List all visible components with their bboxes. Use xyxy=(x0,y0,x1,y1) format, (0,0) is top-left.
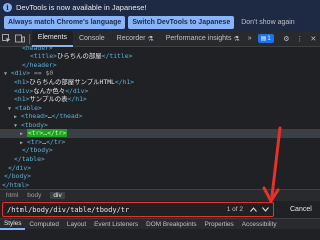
collapse-triangle-icon[interactable]: ▼ xyxy=(8,106,11,112)
tab-layout[interactable]: Layout xyxy=(63,219,90,230)
more-tabs-icon[interactable]: » xyxy=(248,35,252,42)
language-notice: i DevTools is now available in Japanese! xyxy=(0,0,320,14)
flask-icon: ⚗ xyxy=(233,35,240,43)
issues-badge[interactable]: ▤ 1 xyxy=(257,34,274,43)
tree-row-h1[interactable]: <h1>ひらちんの部屋サンプルHTML</h1> xyxy=(14,78,134,87)
issues-icon: ▤ xyxy=(260,36,267,42)
dom-tree[interactable]: <header> <title>ひらちんの部屋</title> </header… xyxy=(0,44,320,189)
switch-language-button[interactable]: Switch DevTools to Japanese xyxy=(128,16,235,29)
search-query: /html/body/div/table/tbody/tr xyxy=(7,205,130,214)
match-count: 1 of 2 xyxy=(226,206,243,213)
breadcrumb: html body div xyxy=(0,189,320,201)
match-language-button[interactable]: Always match Chrome's language xyxy=(4,16,126,29)
tree-row-body-close[interactable]: </body> xyxy=(4,172,31,181)
tab-computed[interactable]: Computed xyxy=(25,219,63,230)
close-icon[interactable]: ✕ xyxy=(307,31,320,47)
settings-gear-icon[interactable]: ⚙ xyxy=(280,31,293,47)
notice-text: DevTools is now available in Japanese! xyxy=(16,2,147,12)
search-row: /html/body/div/table/tbody/tr 1 of 2 Can… xyxy=(0,201,320,218)
expand-triangle-icon[interactable]: ▶ xyxy=(20,131,23,137)
tree-row-tbody-close[interactable]: </tbody> xyxy=(22,146,53,155)
tree-row-div-open[interactable]: ▼ <div> == $0 xyxy=(4,69,53,78)
sidebar-panel-tabs: Styles Computed Layout Event Listeners D… xyxy=(0,218,320,230)
tree-row-thead[interactable]: ▶ <thead>…</thead> xyxy=(14,112,82,121)
tab-performance-label: Performance insights xyxy=(165,35,232,42)
search-match-highlight: <tr>…</tr> xyxy=(26,129,68,137)
tree-row-tr-match[interactable]: ▶ <tr>…</tr> xyxy=(20,129,68,138)
collapse-triangle-icon[interactable]: ▼ xyxy=(4,71,7,77)
toolbar-divider xyxy=(28,33,30,44)
dont-show-again-link[interactable]: Don't show again xyxy=(237,19,298,26)
tab-properties[interactable]: Properties xyxy=(201,219,238,230)
expand-triangle-icon[interactable]: ▶ xyxy=(14,114,17,120)
breadcrumb-body[interactable]: body xyxy=(27,192,41,199)
language-bar: Always match Chrome's language Switch De… xyxy=(0,14,320,31)
tab-event-listeners[interactable]: Event Listeners xyxy=(90,219,142,230)
flask-icon: ⚗ xyxy=(147,35,154,43)
tab-styles[interactable]: Styles xyxy=(0,219,26,230)
inspect-icon[interactable] xyxy=(0,31,13,47)
breadcrumb-html[interactable]: html xyxy=(6,192,18,199)
tree-row-title[interactable]: <title>ひらちんの部屋</title> xyxy=(30,52,132,61)
tab-performance-insights[interactable]: Performance insights ⚗ xyxy=(160,31,246,47)
next-match-chevron-down-icon[interactable] xyxy=(260,204,271,215)
tree-row-h1-table[interactable]: <h1>サンプルの表</h1> xyxy=(14,95,87,104)
issues-count: 1 xyxy=(267,35,271,42)
tab-recorder-label: Recorder xyxy=(116,35,146,42)
tab-accessibility[interactable]: Accessibility xyxy=(238,219,281,230)
tab-recorder[interactable]: Recorder ⚗ xyxy=(111,31,160,47)
breadcrumb-div[interactable]: div xyxy=(50,192,65,199)
tab-console[interactable]: Console xyxy=(73,31,111,47)
cancel-button[interactable]: Cancel xyxy=(290,206,312,213)
search-input[interactable]: /html/body/div/table/tbody/tr 1 of 2 xyxy=(2,202,274,217)
info-icon: i xyxy=(3,2,12,12)
tab-dom-breakpoints[interactable]: DOM Breakpoints xyxy=(142,219,200,230)
tree-row-table-close[interactable]: </table> xyxy=(14,155,45,164)
previous-match-chevron-up-icon[interactable] xyxy=(248,204,259,215)
more-options-icon[interactable]: ⋮ xyxy=(293,31,306,47)
